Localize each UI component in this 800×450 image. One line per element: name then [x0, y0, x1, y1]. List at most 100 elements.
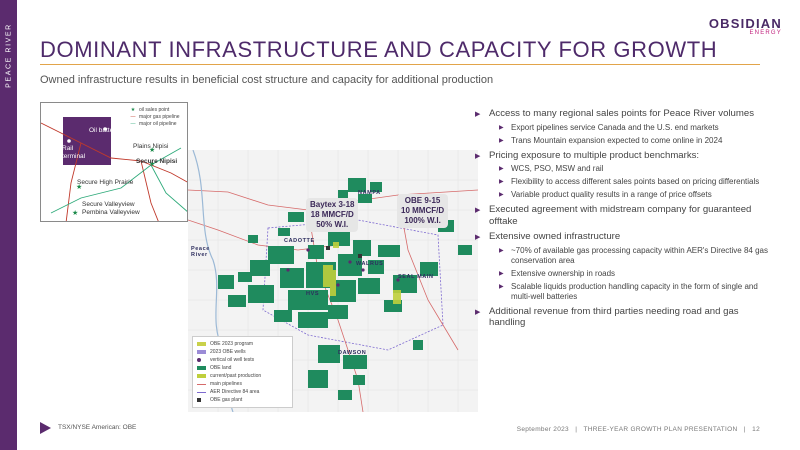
town-walrus: WALRUS [356, 261, 384, 267]
sub-bullet-arrow-icon: ▶ [499, 179, 504, 185]
sub-bullet-arrow-icon: ▶ [499, 247, 504, 254]
logo-main-text: OBSIDIAN [708, 16, 782, 31]
footer-logo-mark [40, 422, 51, 434]
legend-item: OBE gas plant [197, 396, 288, 404]
company-logo: OBSIDIAN ENERGY [709, 16, 782, 36]
legend-label: vertical oil well tests [210, 357, 255, 363]
bullet-arrow-icon: ▶ [475, 207, 481, 214]
label-rail-terminal: Rail terminal [62, 145, 86, 160]
inset-legend-item: ★ oil sales point [129, 106, 180, 113]
bullet-arrow-icon: ▶ [475, 152, 481, 160]
bullet-arrow-icon: ▶ [475, 234, 481, 241]
svg-text:★: ★ [72, 209, 78, 217]
legend-swatch [197, 366, 206, 370]
legend-swatch [197, 342, 206, 346]
bullet-item: ▶ Extensive owned infrastructure [475, 231, 775, 243]
sub-bullet-text: Flexibility to access different sales po… [511, 177, 760, 186]
town-hvs: HVS [306, 291, 320, 297]
sub-bullet-text: Export pipelines service Canada and the … [511, 122, 719, 132]
regional-inset-map: ★ ★ ★ ★ ★ oil sales point — major gas pi… [40, 102, 188, 222]
label-oil-battery: Oil battery [89, 127, 119, 134]
legend-swatch [197, 391, 206, 393]
town-dawson: DAWSON [338, 350, 367, 356]
footer-ticker: TSX/NYSE American: OBE [58, 424, 137, 431]
sub-bullet-item: ▶ Scalable liquids production handling c… [499, 282, 775, 302]
legend-item: current/past production [197, 372, 288, 380]
sub-bullet-arrow-icon: ▶ [499, 270, 504, 277]
legend-label: OBE land [210, 365, 232, 371]
bullet-arrow-icon: ▶ [475, 308, 481, 316]
label-secure-valleyview: Secure Valleyview [82, 201, 135, 208]
legend-label: AER Directive 84 area [210, 389, 260, 395]
sub-bullet-text: Variable product quality results in a ra… [511, 190, 712, 199]
legend-item: main pipelines [197, 380, 288, 388]
sub-bullet-text: ~70% of available gas processing capacit… [511, 245, 768, 265]
inset-legend: ★ oil sales point — major gas pipeline —… [129, 106, 180, 127]
inset-legend-item: — major gas pipeline [129, 113, 180, 120]
title-divider [40, 64, 760, 65]
callout-baytex-3-18: Baytex 3-18 18 MMCF/D 50% W.I. [306, 198, 359, 232]
label-secure-nipisi: Secure Nipisi [136, 158, 178, 165]
legend-label: 2023 OBE wells [210, 349, 246, 355]
footer-separator: | [743, 426, 746, 433]
legend-swatch [197, 398, 201, 402]
bullet-text: Additional revenue from third parties ne… [489, 305, 739, 329]
sub-bullet-text: Trans Mountain expansion expected to com… [511, 135, 723, 145]
bullet-item: ▶ Pricing exposure to multiple product b… [475, 150, 775, 162]
sub-bullet-item: ▶ WCS, PSO, MSW and rail [499, 164, 775, 174]
town-nampa: NAMPA [358, 190, 381, 196]
sub-bullet-text: Scalable liquids production handling cap… [511, 281, 758, 301]
town-cadotte: CADOTTE [284, 238, 315, 244]
footer-presentation-title: THREE-YEAR GROWTH PLAN PRESENTATION [583, 426, 738, 433]
legend-swatch [197, 374, 206, 378]
line-icon: — [130, 113, 136, 120]
footer-info: September 2023 | THREE-YEAR GROWTH PLAN … [517, 426, 760, 433]
bullet-item: ▶ Access to many regional sales points f… [475, 108, 775, 120]
page-number: 12 [752, 426, 760, 433]
inset-legend-label: oil sales point [139, 106, 170, 113]
page-title: DOMINANT INFRASTRUCTURE AND CAPACITY FOR… [40, 37, 718, 62]
sub-bullet-arrow-icon: ▶ [499, 166, 504, 172]
sub-bullet-arrow-icon: ▶ [499, 192, 504, 198]
legend-label: OBE 2023 program [210, 341, 254, 347]
legend-item: OBE 2023 program [197, 340, 288, 348]
inset-legend-label: major oil pipeline [139, 120, 177, 127]
bullet-text: Executed agreement with midstream compan… [489, 204, 752, 227]
legend-label: current/past production [210, 373, 262, 379]
label-pembina-valleyview: Pembina Valleyview [82, 209, 140, 216]
star-icon: ★ [130, 106, 136, 113]
legend-item: AER Directive 84 area [197, 388, 288, 396]
sub-bullet-arrow-icon: ▶ [499, 137, 504, 144]
bullet-text: Pricing exposure to multiple product ben… [489, 149, 700, 161]
bullet-arrow-icon: ▶ [475, 111, 481, 118]
town-seal-main: SEAL MAIN [398, 274, 434, 280]
town-peace-river: Peace River [191, 246, 210, 258]
label-plains-nipisi: Plains Nipisi [133, 143, 169, 150]
sub-bullet-item: ▶ Trans Mountain expansion expected to c… [499, 136, 775, 146]
sub-bullet-item: ▶ ~70% of available gas processing capac… [499, 246, 775, 266]
page-subtitle: Owned infrastructure results in benefici… [40, 74, 494, 86]
sub-bullet-item: ▶ Flexibility to access different sales … [499, 177, 775, 187]
sub-bullet-item: ▶ Extensive ownership in roads [499, 269, 775, 279]
legend-label: main pipelines [210, 381, 242, 387]
bullet-text: Access to many regional sales points for… [489, 108, 755, 119]
legend-item: OBE land [197, 364, 288, 372]
bullet-text: Extensive owned infrastructure [489, 231, 621, 242]
legend-swatch [197, 383, 206, 385]
sub-bullet-arrow-icon: ▶ [499, 283, 504, 290]
sub-bullet-arrow-icon: ▶ [499, 124, 504, 131]
legend-item: vertical oil well tests [197, 356, 288, 364]
sub-bullet-text: Extensive ownership in roads [511, 268, 616, 278]
footer-separator: | [575, 426, 578, 433]
callout-obe-9-15: OBE 9-15 10 MMCF/D 100% W.I. [397, 194, 449, 228]
sub-bullet-item: ▶ Variable product quality results in a … [499, 190, 775, 200]
inset-legend-item: — major oil pipeline [129, 120, 180, 127]
legend-swatch [197, 358, 201, 362]
label-secure-high-prairie: Secure High Prairie [77, 179, 134, 186]
side-bar: PEACE RIVER [0, 0, 17, 450]
sub-bullet-item: ▶ Export pipelines service Canada and th… [499, 123, 775, 133]
inset-legend-label: major gas pipeline [139, 113, 180, 120]
map-legend: OBE 2023 program 2023 OBE wells vertical… [192, 336, 293, 408]
bullet-item: ▶ Executed agreement with midstream comp… [475, 204, 775, 227]
key-points-list: ▶ Access to many regional sales points f… [475, 104, 775, 329]
